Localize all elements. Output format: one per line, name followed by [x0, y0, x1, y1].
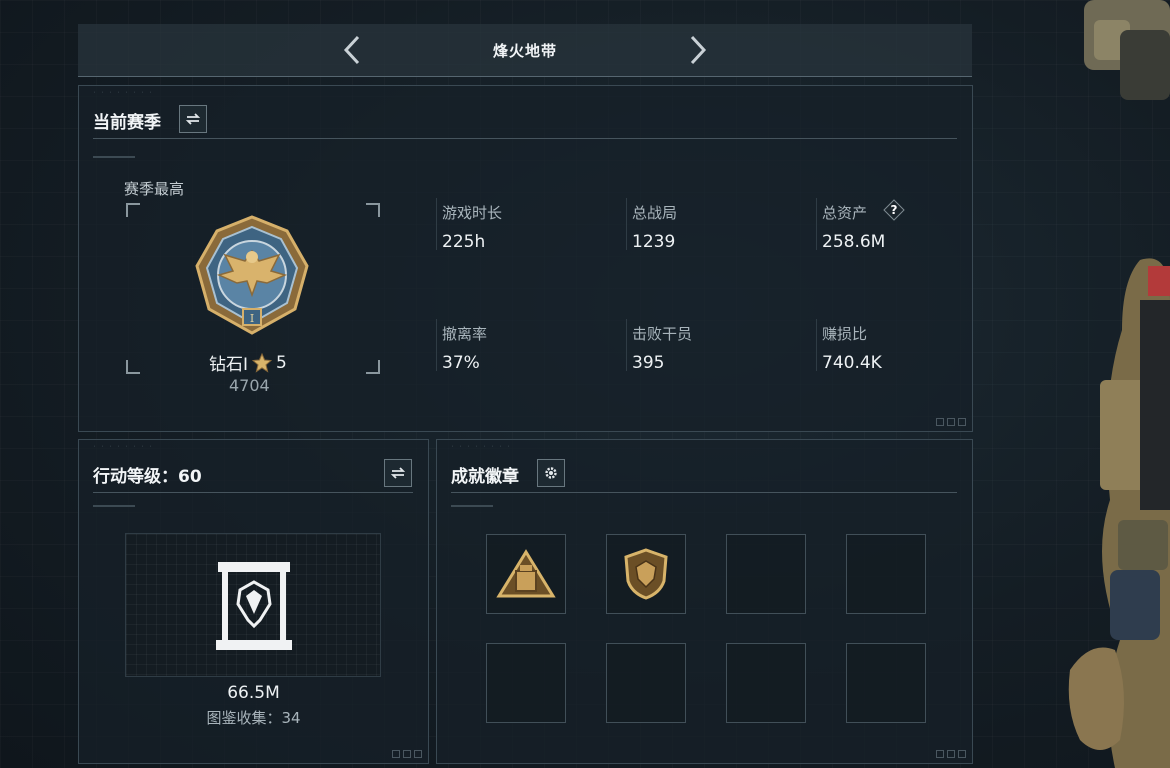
stat-value-profit-ratio: 740.4K [822, 353, 882, 373]
stat-separator [626, 198, 627, 250]
badge-slot-empty[interactable] [606, 643, 686, 723]
star-icon [252, 352, 273, 373]
level-title: 行动等级：60 [93, 467, 202, 487]
season-divider [93, 138, 957, 139]
rank-medal-icon: I [195, 215, 309, 335]
prev-mode-button[interactable] [334, 32, 370, 68]
stat-label-extraction-rate: 撤离率 [442, 325, 488, 343]
stat-value-assets: 258.6M [822, 232, 886, 252]
shield-badge-icon [624, 548, 668, 600]
panel-decor-text: · · · · · · · · [93, 444, 154, 450]
decor-subline [93, 156, 135, 158]
collection-count: 图鉴收集：34 [206, 709, 301, 727]
frame-corner [366, 360, 380, 374]
collection-display[interactable] [125, 533, 381, 677]
badge-slot-empty[interactable] [846, 534, 926, 614]
level-switch-button[interactable] [384, 459, 412, 487]
pyramid-badge-icon [496, 549, 556, 598]
level-value: 66.5M [227, 683, 280, 703]
chevron-right-icon [690, 35, 707, 65]
decor-subline [93, 505, 135, 507]
help-mark: ? [890, 203, 898, 217]
badge-slot[interactable] [606, 534, 686, 614]
stat-label-playtime: 游戏时长 [442, 204, 503, 222]
panel-decor-text: · · · · · · · · [451, 444, 512, 450]
stat-value-matches: 1239 [632, 232, 676, 252]
badge-title: 成就徽章 [451, 467, 519, 487]
season-best-label: 赛季最高 [124, 180, 185, 198]
next-mode-button[interactable] [680, 32, 716, 68]
decor-subline [451, 505, 493, 507]
stat-separator [436, 198, 437, 250]
badge-slot[interactable] [486, 534, 566, 614]
stat-value-playtime: 225h [442, 232, 486, 252]
stat-separator [436, 319, 437, 371]
panel-decor-text: · · · · · · · · [93, 90, 154, 96]
stat-label-profit-ratio: 赚损比 [822, 325, 868, 343]
frame-corner [126, 203, 140, 217]
operator-character [1060, 0, 1170, 768]
frame-corner [366, 203, 380, 217]
swap-icon [390, 467, 406, 479]
assets-help-button[interactable]: ? [883, 199, 905, 221]
panel-corner-dots [392, 750, 422, 758]
rank-name: 钻石I [209, 355, 249, 375]
badge-panel: · · · · · · · · 成就徽章 [436, 439, 973, 764]
operator-figure [1068, 0, 1170, 768]
badge-divider [451, 492, 957, 493]
collection-case-icon [216, 562, 292, 650]
badge-slot-empty[interactable] [486, 643, 566, 723]
svg-text:I: I [250, 312, 254, 325]
rank-name-row: 钻石I 5 [209, 350, 287, 375]
badge-slot-empty[interactable] [726, 643, 806, 723]
stat-separator [626, 319, 627, 371]
gear-icon [545, 467, 557, 479]
stat-value-extraction-rate: 37% [442, 353, 480, 373]
mode-header: 烽火地带 [78, 24, 972, 77]
stat-label-matches: 总战局 [632, 204, 678, 222]
frame-corner [126, 360, 140, 374]
level-panel: · · · · · · · · 行动等级：60 66.5M 图鉴收集：34 [78, 439, 429, 764]
season-switch-button[interactable] [179, 105, 207, 133]
swap-icon [185, 113, 201, 125]
stat-value-kills: 395 [632, 353, 665, 373]
stat-separator [816, 198, 817, 250]
rank-stars: 5 [276, 352, 287, 373]
season-panel: · · · · · · · · 当前赛季 赛季最高 I 钻石I 5 4704 游… [78, 85, 973, 432]
badge-settings-button[interactable] [537, 459, 565, 487]
rank-points: 4704 [229, 376, 270, 395]
level-divider [93, 492, 413, 493]
badge-slot-empty[interactable] [846, 643, 926, 723]
panel-corner-dots [936, 750, 966, 758]
stat-label-assets: 总资产 [822, 204, 868, 222]
mode-title: 烽火地带 [492, 41, 557, 60]
stat-label-kills: 击败干员 [632, 325, 693, 343]
panel-corner-dots [936, 418, 966, 426]
stat-separator [816, 319, 817, 371]
badge-slot-empty[interactable] [726, 534, 806, 614]
chevron-left-icon [343, 35, 360, 65]
season-title: 当前赛季 [93, 113, 161, 133]
